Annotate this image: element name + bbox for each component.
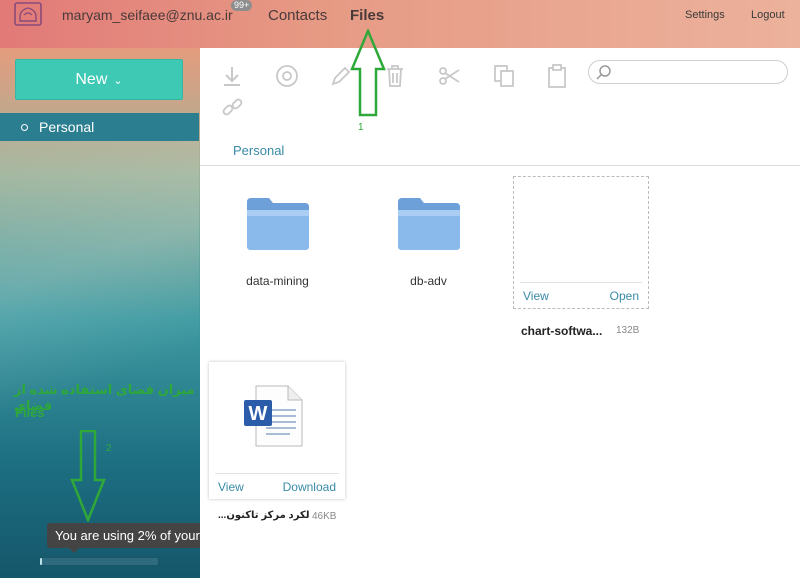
folder-icon xyxy=(397,198,460,250)
scissors-icon[interactable] xyxy=(438,64,462,88)
circle-icon xyxy=(21,123,28,131)
file-card[interactable]: View Open xyxy=(513,176,649,309)
copy-icon[interactable] xyxy=(492,64,516,88)
file-size: 132B xyxy=(616,325,640,336)
svg-text:W: W xyxy=(249,403,268,425)
clipboard-icon[interactable] xyxy=(545,64,569,88)
top-bar: maryam_seifaee@znu.ac.ir 99+ Contacts Fi… xyxy=(0,0,800,48)
link-icon[interactable] xyxy=(221,96,245,120)
new-button[interactable]: New ⌄ xyxy=(15,59,183,100)
annotation-number-2: 2 xyxy=(106,443,112,454)
annotation-files-text: Files xyxy=(15,405,45,420)
view-link[interactable]: View xyxy=(218,480,244,494)
file-name[interactable]: ...لکرد مرکز تاکنون xyxy=(218,510,309,521)
annotation-number-1: 1 xyxy=(358,122,364,133)
folder-name: data-mining xyxy=(246,274,309,288)
sidebar-item-label: Personal xyxy=(39,119,95,135)
at-icon[interactable] xyxy=(275,64,299,88)
nav-files[interactable]: Files xyxy=(350,7,384,24)
chevron-down-icon: ⌄ xyxy=(113,75,123,87)
open-link[interactable]: Open xyxy=(610,289,639,303)
breadcrumb[interactable]: Personal xyxy=(233,143,284,158)
folder-icon xyxy=(246,198,309,250)
view-link[interactable]: View xyxy=(523,289,549,303)
file-name[interactable]: chart-softwa... xyxy=(521,324,602,338)
quota-progress-fill xyxy=(40,558,43,565)
settings-link[interactable]: Settings xyxy=(685,9,725,21)
nav-contacts[interactable]: Contacts xyxy=(268,7,327,24)
download-icon[interactable] xyxy=(220,64,244,88)
logout-link[interactable]: Logout xyxy=(751,9,785,21)
annotation-arrow-up xyxy=(350,29,386,117)
trash-icon[interactable] xyxy=(383,64,407,88)
toolbar: Personal xyxy=(200,48,800,166)
search-input[interactable] xyxy=(588,60,788,84)
new-button-label: New xyxy=(75,70,108,88)
folder-name: db-adv xyxy=(410,274,447,288)
file-size: 46KB xyxy=(312,511,337,522)
sidebar-item-personal[interactable]: Personal xyxy=(0,113,199,141)
home-logo-icon[interactable] xyxy=(14,2,42,26)
main-panel: Personal data-mining db-adv View Open ch… xyxy=(200,29,800,578)
folder-item[interactable]: data-mining xyxy=(230,194,325,288)
notification-badge[interactable]: 99+ xyxy=(231,0,253,11)
quota-progress-bar[interactable] xyxy=(39,557,159,566)
folder-item[interactable]: db-adv xyxy=(381,194,476,288)
search-icon xyxy=(596,65,611,80)
word-document-icon: W xyxy=(244,385,303,447)
download-link[interactable]: Download xyxy=(283,480,336,494)
annotation-arrow-down xyxy=(70,430,106,522)
user-email[interactable]: maryam_seifaee@znu.ac.ir xyxy=(62,7,233,23)
file-card[interactable]: W View Download xyxy=(209,362,345,499)
